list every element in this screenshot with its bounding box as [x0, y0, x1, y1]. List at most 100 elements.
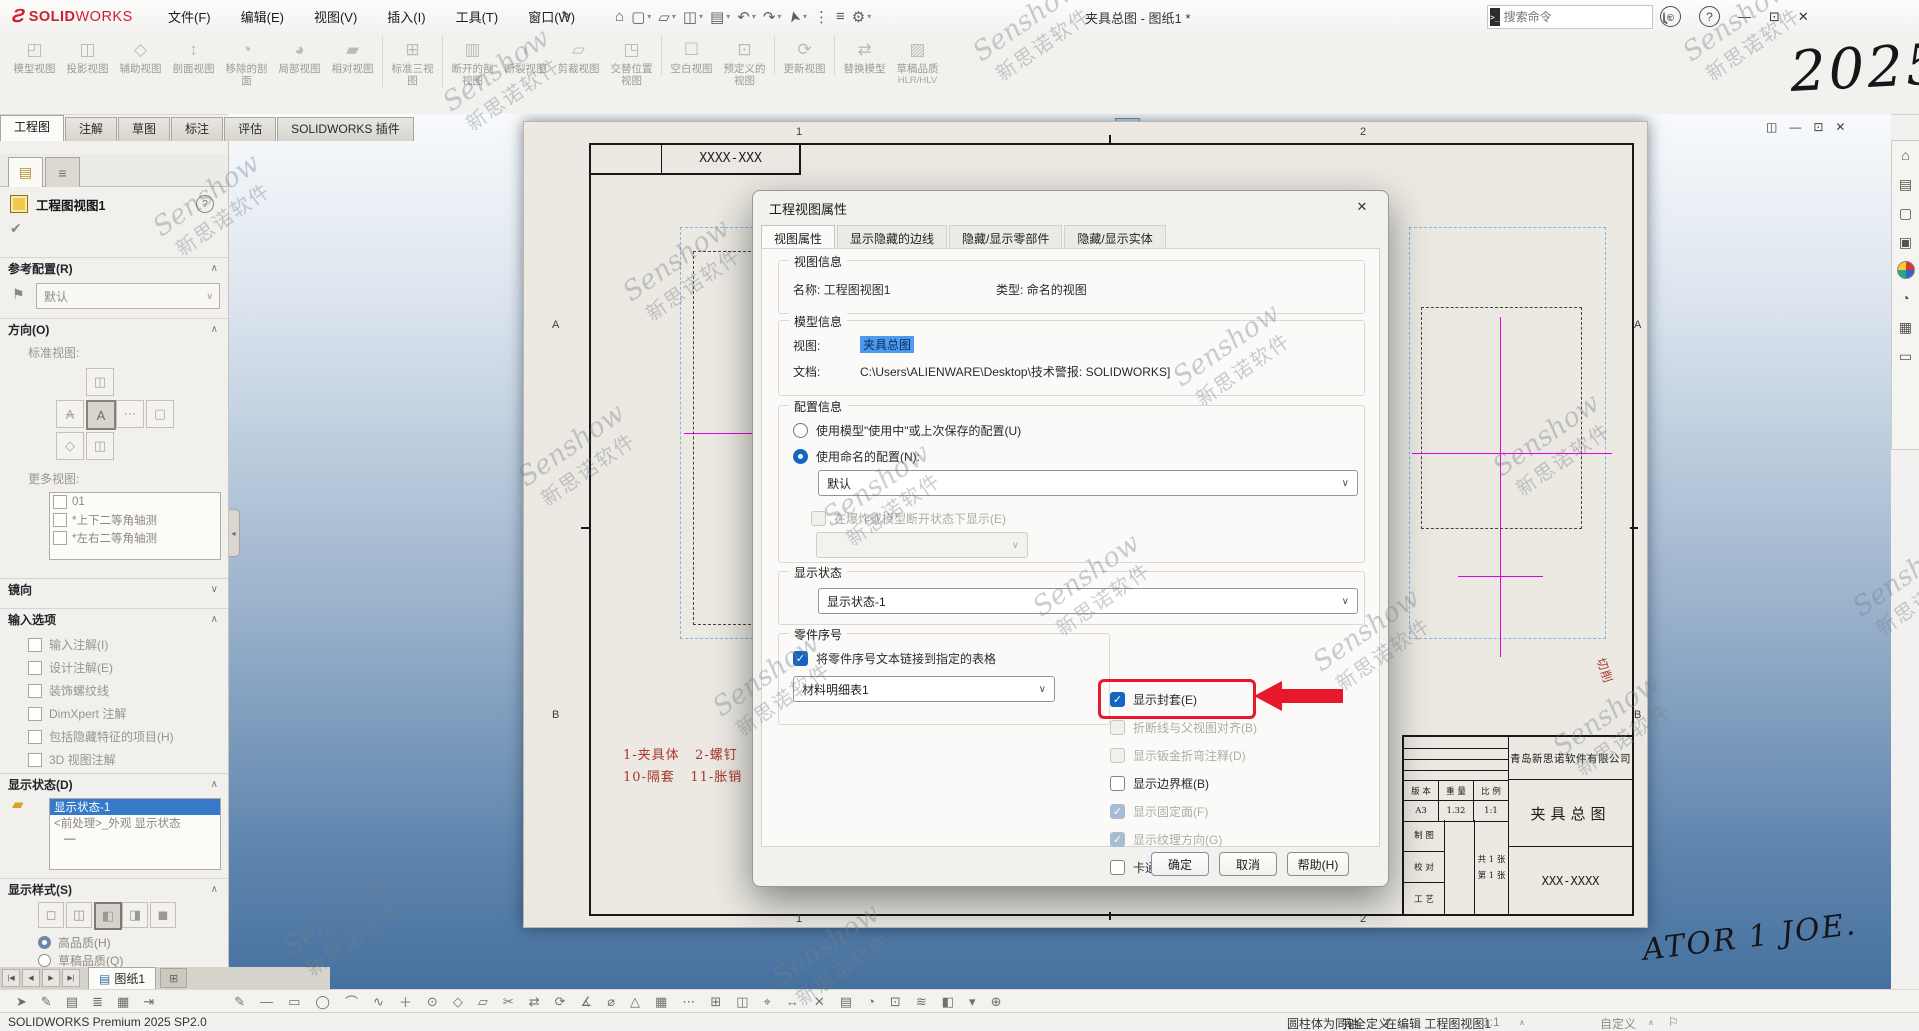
display-pane-icon[interactable]: ≡ [836, 8, 845, 25]
sketch-tool-icon[interactable]: ▱ [478, 992, 488, 1011]
high-quality-radio[interactable]: 高品质(H) [38, 934, 111, 951]
doc-minimize-icon[interactable]: — [1789, 120, 1801, 134]
pane-split-icon[interactable]: ◫ [1766, 120, 1777, 134]
redo-icon[interactable]: ↷▾ [763, 8, 782, 26]
last-sheet-icon[interactable]: ▶| [62, 969, 80, 987]
chevron-up-icon[interactable]: ∧ [211, 324, 218, 335]
sketch-tool-icon[interactable]: ◯ [315, 992, 330, 1011]
import-option[interactable]: DimXpert 注解 [28, 702, 174, 725]
display-option-checkbox[interactable]: 显示固定面(F) [1110, 797, 1257, 825]
sketch-tool-icon[interactable]: ⌀ [607, 992, 615, 1011]
sketch-tool-icon[interactable]: ＋ [399, 992, 412, 1011]
help-button[interactable]: 帮助(H) [1287, 852, 1349, 876]
sketch-tool-icon[interactable]: ⌒ [345, 992, 358, 1011]
sketch-tool-icon[interactable]: ⇥ [143, 994, 154, 1010]
sketch-tool-icon[interactable]: ✎ [234, 992, 245, 1011]
property-manager-tab[interactable]: ▤ [8, 157, 43, 187]
import-option[interactable]: 3D 视图注解 [28, 748, 174, 771]
checkbox-icon[interactable] [28, 730, 42, 744]
task-pane-icon[interactable]: ▭ [1896, 346, 1916, 366]
sketch-tool-icon[interactable]: ⌖ [764, 992, 771, 1011]
named-config-select[interactable]: 默认 ∨ [818, 470, 1358, 496]
import-option[interactable]: 包括隐藏特征的项目(H) [28, 725, 174, 748]
ribbon-button[interactable]: ◰ 模型视图 [8, 36, 61, 75]
view-list-item[interactable]: *上下二等角轴测 [50, 511, 220, 529]
ribbon-button[interactable]: ⊞ 标准三视图 [382, 36, 439, 87]
section-reference-configuration[interactable]: 参考配置(R) ∧ [0, 257, 228, 279]
task-pane-icon[interactable]: ▢ [1896, 203, 1916, 223]
cancel-button[interactable]: 取消 [1219, 852, 1277, 876]
panel-help-icon[interactable]: ? [196, 195, 214, 213]
sketch-tool-icon[interactable]: ▦ [655, 992, 667, 1011]
search-input[interactable] [1500, 10, 1663, 24]
ribbon-button[interactable]: ◔ 移除的剖面 [220, 36, 273, 87]
task-pane-icon[interactable]: ◔ [1896, 288, 1916, 308]
sketch-tool-icon[interactable]: ✕ [814, 992, 825, 1011]
task-pane-icon[interactable]: ⌂ [1896, 145, 1916, 165]
select-icon[interactable]: ➤▾ [788, 8, 807, 26]
menu-item[interactable]: 插入(I) [387, 7, 425, 26]
new-document-icon[interactable]: ▢▾ [631, 8, 651, 26]
ok-check-icon[interactable]: ✔ [10, 220, 22, 237]
command-tab[interactable]: 工程图 [0, 115, 64, 141]
import-option[interactable]: 输入注解(I) [28, 633, 174, 656]
sheet-tab[interactable]: ▤ 图纸1 [88, 967, 156, 990]
view-orientation-button[interactable]: ◇ [56, 432, 84, 460]
sketch-tool-icon[interactable]: ▤ [840, 992, 852, 1011]
next-sheet-icon[interactable]: ▶ [42, 969, 60, 987]
ribbon-button[interactable]: ◫ 投影视图 [61, 36, 114, 75]
undo-icon[interactable]: ↶▾ [737, 8, 756, 26]
chevron-up-icon[interactable]: ∧ [211, 263, 218, 274]
display-option-checkbox[interactable]: 显示纹理方向(G) [1110, 825, 1257, 853]
sketch-tool-icon[interactable]: ⋯ [682, 992, 695, 1011]
import-option[interactable]: 装饰螺纹线 [28, 679, 174, 702]
configuration-select[interactable]: 默认 ∨ [36, 283, 220, 309]
sketch-tool-icon[interactable]: ◔ [867, 992, 875, 1011]
ribbon-button[interactable]: ▥ 断开的剖视图 [442, 36, 499, 87]
view-orientation-button[interactable]: ▢ [146, 400, 174, 428]
checkbox-icon[interactable] [53, 495, 67, 509]
command-search[interactable]: >_ ▾ [1487, 5, 1653, 29]
display-option-checkbox[interactable]: 显示钣金折弯注释(D) [1110, 741, 1257, 769]
account-icon[interactable]: ☺ [1660, 6, 1681, 27]
link-balloon-checkbox[interactable]: 将零件序号文本链接到指定的表格 [793, 650, 996, 667]
ribbon-button[interactable]: ☐ 空白视图 [661, 36, 718, 75]
task-pane-icon[interactable]: ▤ [1896, 174, 1916, 194]
view-orientation-button[interactable]: ◫ [86, 368, 114, 396]
ribbon-button[interactable]: ⟳ 更新视图 [774, 36, 831, 75]
display-option-checkbox[interactable]: 显示边界框(B) [1110, 769, 1257, 797]
dialog-close-icon[interactable]: ✕ [1350, 197, 1374, 217]
view-list-item[interactable]: 01 [50, 493, 220, 511]
model-view-value[interactable]: 夹具总图 [860, 336, 914, 353]
display-state-select[interactable]: 显示状态-1 ∨ [818, 588, 1358, 614]
chevron-up-icon[interactable]: ∧ [1648, 1018, 1654, 1027]
checkbox-icon[interactable] [53, 513, 67, 527]
use-named-config-radio[interactable]: 使用命名的配置(N): [793, 448, 920, 465]
chevron-up-icon[interactable]: ∧ [211, 614, 218, 625]
checkbox-icon[interactable] [28, 707, 42, 721]
task-pane-icon[interactable]: ▦ [1896, 317, 1916, 337]
sketch-tool-icon[interactable]: ↔ [786, 992, 799, 1011]
section-display-state[interactable]: 显示状态(D) ∧ [0, 773, 228, 795]
ribbon-button[interactable]: ↕ 剖面视图 [167, 36, 220, 75]
section-import-options[interactable]: 输入选项 ∧ [0, 608, 228, 630]
task-pane-icon[interactable] [1897, 261, 1915, 279]
doc-restore-icon[interactable]: ⊡ [1813, 120, 1823, 134]
print-icon[interactable]: ▤▾ [710, 8, 730, 26]
home-icon[interactable]: ⌂ [615, 8, 624, 25]
chevron-up-icon[interactable]: ∧ [211, 884, 218, 895]
section-orientation[interactable]: 方向(O) ∧ [0, 318, 228, 340]
doc-close-icon[interactable]: ✕ [1835, 120, 1845, 134]
chevron-down-icon[interactable]: ∨ [211, 584, 218, 595]
menu-item[interactable]: 编辑(E) [241, 7, 284, 26]
previous-sheet-icon[interactable]: ◀ [22, 969, 40, 987]
checkbox-icon[interactable] [28, 684, 42, 698]
ok-button[interactable]: 确定 [1151, 852, 1209, 876]
sketch-tool-icon[interactable]: ◇ [453, 992, 463, 1011]
shaded-style-button[interactable]: ◼ [150, 902, 176, 928]
tag-icon[interactable]: ⚐ [1668, 1015, 1679, 1029]
sketch-tool-icon[interactable]: ▾ [969, 992, 976, 1011]
import-option[interactable]: 设计注解(E) [28, 656, 174, 679]
ribbon-button[interactable]: ≀ 断裂视图 [499, 36, 552, 75]
checkbox-icon[interactable] [28, 638, 42, 652]
